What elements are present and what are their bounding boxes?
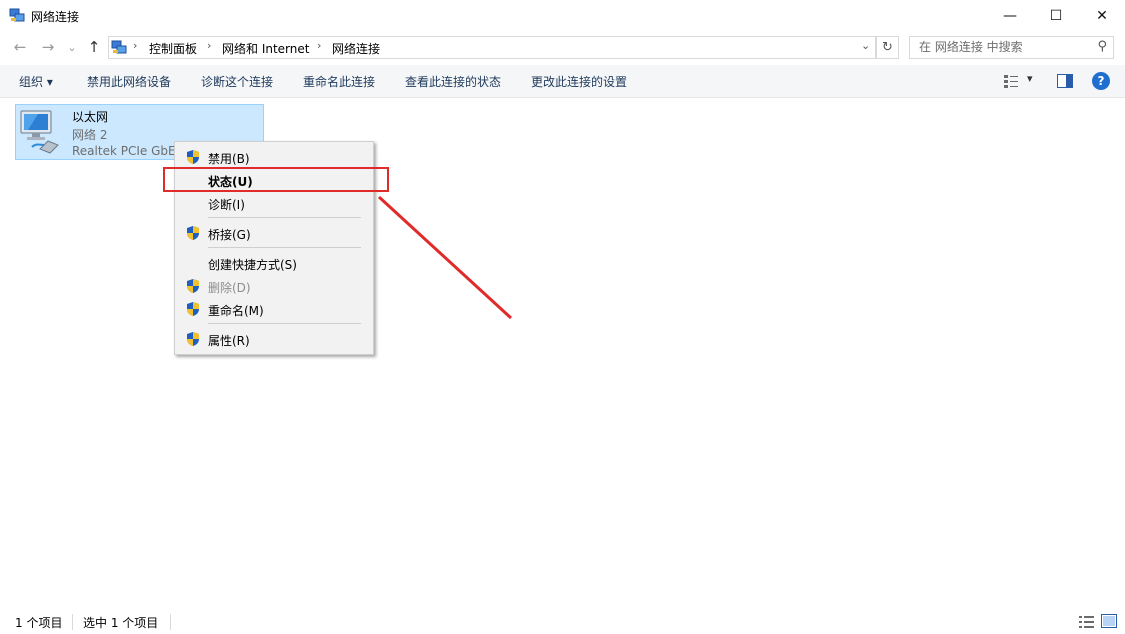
help-button[interactable]: ? bbox=[1092, 72, 1110, 90]
refresh-button[interactable]: ↻ bbox=[876, 36, 899, 59]
menu-item-disable[interactable]: 禁用(B) bbox=[175, 146, 373, 168]
breadcrumb-separator-icon: › bbox=[207, 39, 212, 52]
view-options-chevron-icon[interactable]: ▾ bbox=[1027, 72, 1033, 85]
breadcrumb-separator-icon: › bbox=[133, 39, 138, 52]
uac-shield-icon bbox=[187, 226, 199, 240]
network-connections-icon bbox=[9, 8, 25, 22]
status-divider bbox=[170, 614, 171, 630]
status-bar: 1 个项目 选中 1 个项目 bbox=[0, 610, 1125, 634]
diagnose-connection-button[interactable]: 诊断这个连接 bbox=[201, 73, 273, 90]
uac-shield-icon bbox=[187, 150, 199, 164]
close-button[interactable]: ✕ bbox=[1079, 0, 1125, 31]
details-view-icon[interactable] bbox=[1079, 615, 1095, 629]
organize-menu-button[interactable]: 组织 ▾ bbox=[19, 73, 53, 90]
view-status-button[interactable]: 查看此连接的状态 bbox=[405, 73, 501, 90]
up-arrow-icon[interactable]: ↑ bbox=[84, 37, 104, 57]
uac-shield-icon bbox=[187, 332, 199, 346]
maximize-button[interactable]: ☐ bbox=[1033, 0, 1079, 31]
menu-item-label: 属性(R) bbox=[208, 334, 250, 348]
item-count: 1 个项目 bbox=[15, 616, 63, 630]
menu-item-label: 诊断(I) bbox=[208, 198, 245, 212]
menu-item-rename[interactable]: 重命名(M) bbox=[175, 298, 373, 320]
breadcrumb-network-internet[interactable]: 网络和 Internet bbox=[222, 40, 309, 57]
large-icons-view-icon[interactable] bbox=[1101, 614, 1117, 628]
menu-separator bbox=[208, 217, 361, 218]
uac-shield-icon bbox=[187, 279, 199, 293]
breadcrumb-network-connections[interactable]: 网络连接 bbox=[332, 40, 380, 57]
view-options-icon[interactable] bbox=[1003, 73, 1019, 89]
preview-pane-icon[interactable] bbox=[1057, 74, 1073, 88]
menu-item-create-shortcut[interactable]: 创建快捷方式(S) bbox=[175, 252, 373, 274]
connection-name: 以太网 bbox=[72, 110, 109, 124]
menu-separator bbox=[208, 247, 361, 248]
status-divider bbox=[72, 614, 73, 630]
title-bar: 网络连接 — ☐ ✕ bbox=[0, 0, 1125, 31]
breadcrumb-separator-icon: › bbox=[317, 39, 322, 52]
menu-item-status[interactable]: 状态(U) bbox=[175, 169, 373, 191]
address-dropdown-chevron-icon[interactable]: ⌄ bbox=[861, 39, 870, 52]
search-icon[interactable]: ⚲ bbox=[1097, 39, 1107, 54]
menu-item-label: 桥接(G) bbox=[208, 228, 251, 242]
command-bar: 组织 ▾ 禁用此网络设备 诊断这个连接 重命名此连接 查看此连接的状态 更改此连… bbox=[0, 65, 1125, 98]
menu-item-properties[interactable]: 属性(R) bbox=[175, 328, 373, 350]
recent-locations-chevron-icon[interactable]: ⌄ bbox=[62, 37, 82, 57]
minimize-button[interactable]: — bbox=[987, 0, 1033, 31]
control-panel-icon bbox=[111, 40, 127, 54]
menu-item-bridge[interactable]: 桥接(G) bbox=[175, 222, 373, 244]
search-box: ⚲ bbox=[909, 36, 1114, 59]
menu-item-label: 创建快捷方式(S) bbox=[208, 258, 297, 272]
breadcrumb-control-panel[interactable]: 控制面板 bbox=[149, 40, 197, 57]
address-bar[interactable]: › 控制面板 › 网络和 Internet › 网络连接 ⌄ bbox=[108, 36, 876, 59]
search-input[interactable] bbox=[910, 37, 1089, 56]
menu-item-diagnose[interactable]: 诊断(I) bbox=[175, 192, 373, 214]
rename-connection-button[interactable]: 重命名此连接 bbox=[303, 73, 375, 90]
change-settings-button[interactable]: 更改此连接的设置 bbox=[531, 73, 627, 90]
window-title: 网络连接 bbox=[31, 10, 80, 24]
menu-item-label: 状态(U) bbox=[208, 175, 253, 189]
connection-adapter: Realtek PCIe GbE bbox=[72, 144, 176, 158]
menu-item-label: 重命名(M) bbox=[208, 304, 264, 318]
forward-arrow-icon[interactable]: → bbox=[38, 37, 58, 57]
menu-item-label: 删除(D) bbox=[208, 281, 251, 295]
connection-network: 网络 2 bbox=[72, 128, 108, 142]
menu-separator bbox=[208, 323, 361, 324]
selected-count: 选中 1 个项目 bbox=[83, 616, 159, 630]
context-menu: 禁用(B) 状态(U) 诊断(I) 桥接(G) 创建快捷方式(S) 删除(D) … bbox=[174, 141, 374, 355]
disable-device-button[interactable]: 禁用此网络设备 bbox=[87, 73, 171, 90]
back-arrow-icon[interactable]: ← bbox=[10, 37, 30, 57]
annotation-arrow-line bbox=[377, 195, 513, 320]
ethernet-adapter-icon bbox=[20, 110, 59, 154]
uac-shield-icon bbox=[187, 302, 199, 316]
menu-item-label: 禁用(B) bbox=[208, 152, 250, 166]
menu-item-delete: 删除(D) bbox=[175, 275, 373, 297]
